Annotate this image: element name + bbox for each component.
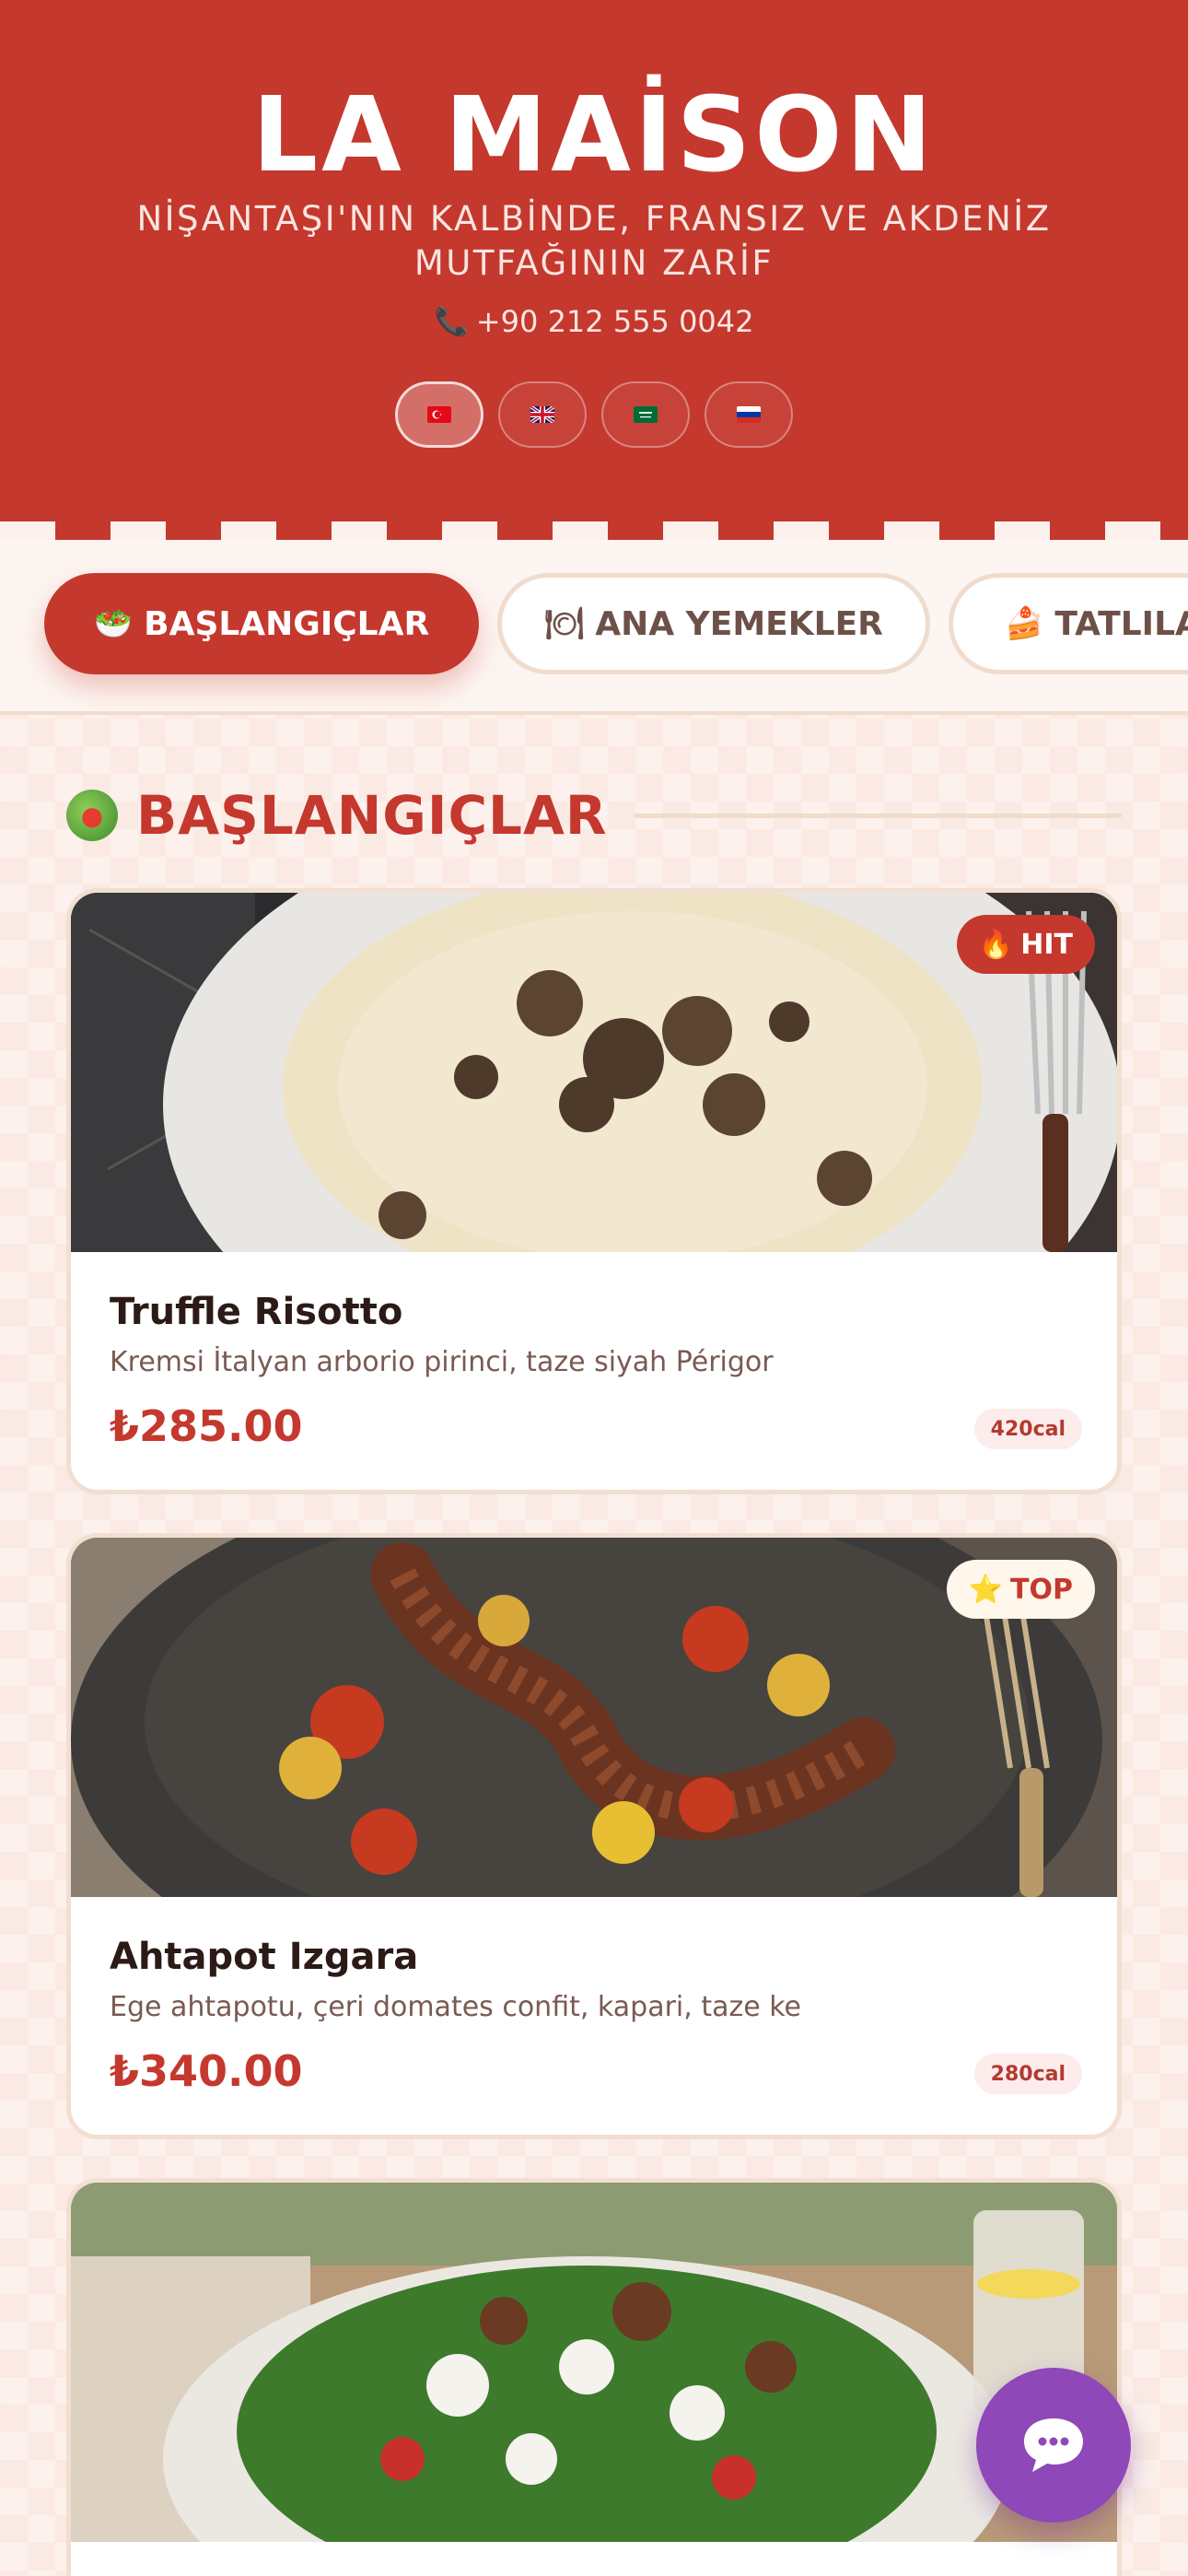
calorie-badge: 280cal	[973, 2054, 1082, 2094]
salad-icon: ●	[66, 790, 118, 841]
top-badge: ⭐ TOP	[946, 1560, 1095, 1619]
tab-label: ANA YEMEKLER	[595, 604, 883, 643]
plate-icon: 🍽	[544, 605, 585, 642]
tab-label: BAŞLANGIÇLAR	[144, 604, 430, 643]
fire-icon: 🔥	[978, 928, 1014, 961]
section-heading: ● BAŞLANGIÇLAR	[66, 783, 1122, 848]
dish-description: Ege ahtapotu, çeri domates confit, kapar…	[110, 1991, 801, 2023]
brand-title: LA MAİSON	[251, 76, 937, 195]
tab-baslangiclar[interactable]: 🥗 BAŞLANGIÇLAR	[44, 573, 479, 674]
section-divider	[633, 813, 1122, 818]
language-button-tr[interactable]	[395, 381, 483, 448]
uk-flag-icon	[530, 406, 554, 423]
menu-item-card[interactable]: ⭐ TOP Ahtapot Izgara Ege ahtapotu, çeri …	[66, 1533, 1122, 2139]
tab-tatlilar[interactable]: 🍰 TATLILA	[949, 573, 1188, 674]
russia-flag-icon	[737, 406, 761, 423]
dish-price: ₺285.00	[110, 1401, 303, 1451]
phone-number: +90 212 555 0042	[475, 304, 754, 339]
chat-bubble-icon	[1024, 2418, 1083, 2472]
dish-description: Kremsi İtalyan arborio pirinci, taze siy…	[110, 1346, 774, 1378]
saudi-flag-icon	[634, 406, 658, 423]
salad-icon: 🥗	[93, 605, 134, 642]
language-button-ar[interactable]	[601, 381, 690, 448]
dish-photo-salad	[71, 2183, 1117, 2542]
phone-link[interactable]: 📞 +90 212 555 0042	[0, 304, 1188, 339]
section-title: BAŞLANGIÇLAR	[136, 784, 608, 847]
star-icon: ⭐	[968, 1573, 1004, 1606]
dish-name: Ahtapot Izgara	[110, 1936, 419, 1978]
language-button-ru[interactable]	[705, 381, 793, 448]
dish-name: Truffle Risotto	[110, 1291, 403, 1333]
tab-ana-yemekler[interactable]: 🍽 ANA YEMEKLER	[497, 573, 930, 674]
cake-icon: 🍰	[1005, 605, 1044, 642]
hit-badge: 🔥 HIT	[956, 915, 1095, 974]
tab-label: TATLILA	[1054, 604, 1188, 643]
language-button-en[interactable]	[498, 381, 587, 448]
chat-button[interactable]	[976, 2368, 1131, 2523]
header-scallop-divider	[0, 521, 1188, 540]
calorie-badge: 420cal	[973, 1409, 1082, 1449]
turkey-flag-icon	[427, 406, 451, 423]
dish-price: ₺340.00	[110, 2046, 303, 2096]
restaurant-header: LA MAİSON NİŞANTAŞI'NIN KALBİNDE, FRANSI…	[0, 0, 1188, 539]
category-tabs: 🥗 BAŞLANGIÇLAR 🍽 ANA YEMEKLER 🍰 TATLILA	[0, 540, 1188, 715]
menu-item-card[interactable]	[66, 2178, 1122, 2576]
brand-tagline: NİŞANTAŞI'NIN KALBİNDE, FRANSIZ VE AKDEN…	[136, 199, 1052, 283]
language-switcher	[0, 381, 1188, 448]
menu-item-card[interactable]: 🔥 HIT Truffle Risotto Kremsi İtalyan arb…	[66, 888, 1122, 1494]
phone-icon: 📞	[434, 305, 469, 338]
